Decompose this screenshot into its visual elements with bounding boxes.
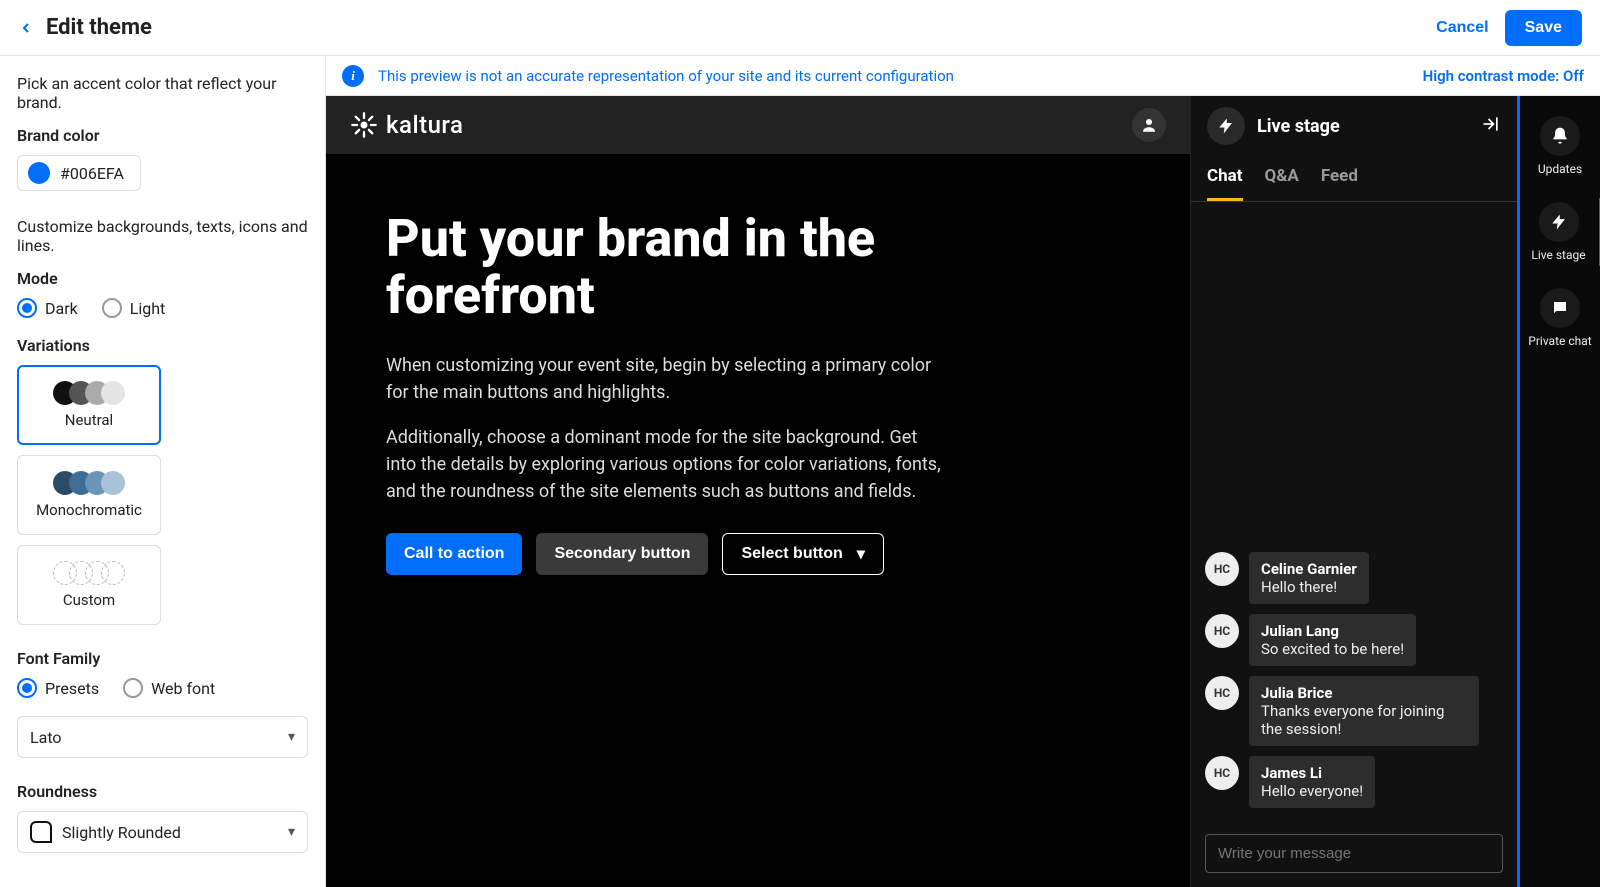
radio-icon bbox=[17, 298, 37, 318]
font-select-value: Lato bbox=[30, 728, 62, 747]
page-title: Edit theme bbox=[46, 15, 152, 40]
chat-icon bbox=[1540, 288, 1580, 328]
bolt-icon bbox=[1539, 202, 1579, 242]
chat-input[interactable] bbox=[1205, 834, 1503, 873]
variation-custom-label: Custom bbox=[63, 591, 115, 609]
save-button[interactable]: Save bbox=[1505, 10, 1582, 46]
high-contrast-toggle[interactable]: High contrast mode: Off bbox=[1423, 67, 1584, 85]
chat-panel-title: Live stage bbox=[1257, 116, 1469, 137]
message-avatar: HC bbox=[1205, 756, 1239, 790]
variations-label: Variations bbox=[17, 336, 308, 355]
font-webfont-option[interactable]: Web font bbox=[123, 678, 215, 698]
message-bubble: Julia BriceThanks everyone for joining t… bbox=[1249, 676, 1479, 746]
chat-panel: Live stage Chat Q&A Feed HC Celine Garnie… bbox=[1190, 96, 1520, 887]
back-button[interactable] bbox=[18, 20, 34, 36]
right-rail: Updates Live stage Private chat bbox=[1520, 96, 1600, 887]
brand-color-input[interactable]: #006EFA bbox=[17, 155, 141, 191]
brand-color-value: #006EFA bbox=[60, 164, 124, 183]
message-text: So excited to be here! bbox=[1261, 640, 1404, 658]
theme-sidebar: Pick an accent color that reflect your b… bbox=[0, 56, 326, 887]
info-icon: i bbox=[342, 65, 364, 87]
person-icon bbox=[1140, 116, 1158, 134]
message-text: Hello there! bbox=[1261, 578, 1357, 596]
select-button[interactable]: Select button ▾ bbox=[722, 533, 883, 575]
message-text: Thanks everyone for joining the session! bbox=[1261, 702, 1467, 738]
chat-message: HC James LiHello everyone! bbox=[1205, 756, 1503, 808]
bell-icon bbox=[1540, 116, 1580, 156]
brand-logo: kaltura bbox=[350, 111, 463, 139]
rail-livestage-label: Live stage bbox=[1531, 248, 1585, 262]
custom-swatches bbox=[53, 561, 125, 585]
accent-description: Pick an accent color that reflect your b… bbox=[17, 74, 308, 112]
chat-message: HC Julian LangSo excited to be here! bbox=[1205, 614, 1503, 666]
collapse-panel-button[interactable] bbox=[1481, 114, 1501, 138]
sun-icon bbox=[350, 111, 378, 139]
chevron-down-icon: ▾ bbox=[857, 544, 865, 564]
variation-neutral-label: Neutral bbox=[65, 411, 113, 429]
radio-icon bbox=[123, 678, 143, 698]
rail-privatechat[interactable]: Private chat bbox=[1520, 284, 1600, 352]
roundness-icon bbox=[30, 821, 52, 843]
rail-updates-label: Updates bbox=[1538, 162, 1582, 176]
variation-monochromatic-card[interactable]: Monochromatic bbox=[17, 455, 161, 535]
mode-dark-label: Dark bbox=[45, 299, 78, 318]
roundness-value: Slightly Rounded bbox=[62, 823, 181, 842]
brand-name: kaltura bbox=[386, 111, 463, 139]
preview-paragraph-1: When customizing your event site, begin … bbox=[386, 352, 946, 406]
select-button-label: Select button bbox=[741, 545, 842, 563]
cta-button[interactable]: Call to action bbox=[386, 533, 522, 575]
roundness-select[interactable]: Slightly Rounded ▾ bbox=[17, 811, 308, 853]
variation-custom-card[interactable]: Custom bbox=[17, 545, 161, 625]
tab-chat[interactable]: Chat bbox=[1207, 156, 1243, 201]
font-webfont-label: Web font bbox=[151, 679, 215, 698]
preview-notice-bar: i This preview is not an accurate repres… bbox=[326, 56, 1600, 96]
mode-dark-option[interactable]: Dark bbox=[17, 298, 78, 318]
rail-updates[interactable]: Updates bbox=[1520, 112, 1600, 180]
radio-icon bbox=[17, 678, 37, 698]
chevron-down-icon: ▾ bbox=[288, 824, 295, 840]
radio-icon bbox=[102, 298, 122, 318]
variation-monochromatic-label: Monochromatic bbox=[36, 501, 142, 519]
preview-paragraph-2: Additionally, choose a dominant mode for… bbox=[386, 424, 946, 505]
message-bubble: James LiHello everyone! bbox=[1249, 756, 1375, 808]
font-family-label: Font Family bbox=[17, 649, 308, 668]
brand-color-swatch bbox=[28, 162, 50, 184]
message-text: Hello everyone! bbox=[1261, 782, 1363, 800]
preview-notice-text: This preview is not an accurate represen… bbox=[378, 67, 1423, 85]
mode-label: Mode bbox=[17, 269, 308, 288]
user-avatar-button[interactable] bbox=[1132, 108, 1166, 142]
chevron-down-icon: ▾ bbox=[288, 729, 295, 745]
font-presets-label: Presets bbox=[45, 679, 99, 698]
chevron-left-icon bbox=[18, 20, 34, 36]
message-author: Julia Brice bbox=[1261, 684, 1467, 702]
cancel-button[interactable]: Cancel bbox=[1436, 19, 1488, 37]
chat-message: HC Julia BriceThanks everyone for joining… bbox=[1205, 676, 1503, 746]
secondary-button[interactable]: Secondary button bbox=[536, 533, 708, 575]
neutral-swatches bbox=[53, 381, 125, 405]
message-author: Julian Lang bbox=[1261, 622, 1404, 640]
rail-privatechat-label: Private chat bbox=[1528, 334, 1591, 348]
mode-light-option[interactable]: Light bbox=[102, 298, 166, 318]
mono-swatches bbox=[53, 471, 125, 495]
brand-color-label: Brand color bbox=[17, 126, 308, 145]
message-avatar: HC bbox=[1205, 614, 1239, 648]
message-bubble: Julian LangSo excited to be here! bbox=[1249, 614, 1416, 666]
bolt-icon bbox=[1207, 107, 1245, 145]
font-select[interactable]: Lato ▾ bbox=[17, 716, 308, 758]
chat-message: HC Celine GarnierHello there! bbox=[1205, 552, 1503, 604]
preview-headline: Put your brand in the forefront bbox=[386, 210, 986, 324]
mode-light-label: Light bbox=[130, 299, 166, 318]
rail-livestage[interactable]: Live stage bbox=[1522, 198, 1600, 266]
message-bubble: Celine GarnierHello there! bbox=[1249, 552, 1369, 604]
customize-description: Customize backgrounds, texts, icons and … bbox=[17, 217, 308, 255]
message-avatar: HC bbox=[1205, 552, 1239, 586]
message-author: James Li bbox=[1261, 764, 1363, 782]
tab-feed[interactable]: Feed bbox=[1321, 156, 1358, 201]
message-author: Celine Garnier bbox=[1261, 560, 1357, 578]
variation-neutral-card[interactable]: Neutral bbox=[17, 365, 161, 445]
roundness-label: Roundness bbox=[17, 782, 308, 801]
font-presets-option[interactable]: Presets bbox=[17, 678, 99, 698]
message-avatar: HC bbox=[1205, 676, 1239, 710]
tab-qa[interactable]: Q&A bbox=[1265, 156, 1299, 201]
